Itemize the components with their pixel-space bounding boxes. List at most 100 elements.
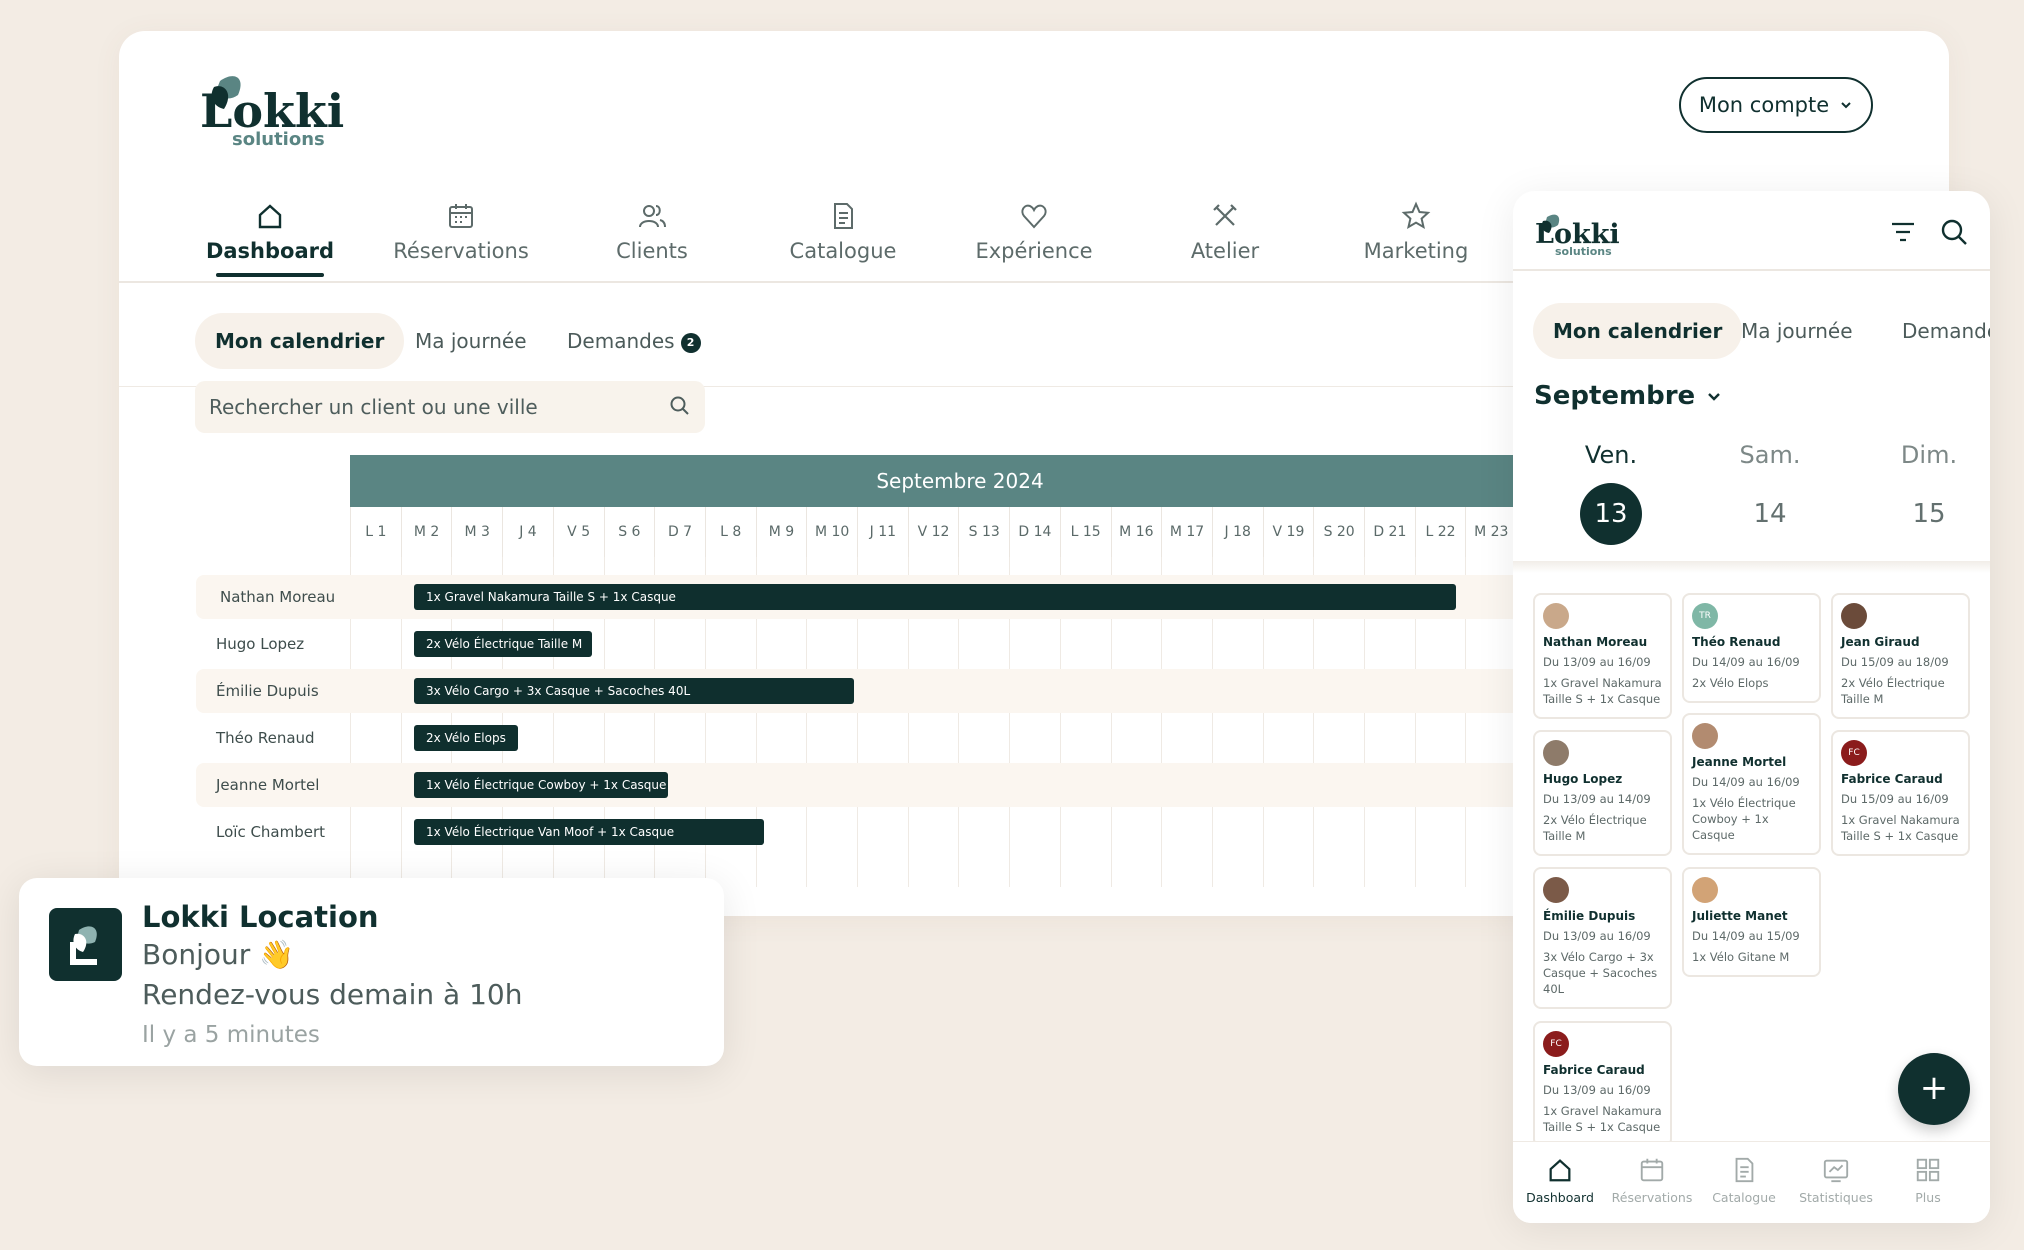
client-name: Fabrice Caraud xyxy=(1841,772,1943,786)
booking-bar[interactable]: 2x Vélo Électrique Taille M xyxy=(414,631,592,657)
client-name: Nathan Moreau xyxy=(1543,635,1648,649)
bottom-nav-catalogue[interactable]: Catalogue xyxy=(1698,1156,1790,1205)
day-name: Sam. xyxy=(1739,441,1801,469)
avatar: FC xyxy=(1543,1031,1569,1057)
booking-card[interactable]: Nathan Moreau Du 13/09 au 16/09 1x Gravel … xyxy=(1533,593,1672,719)
client-name[interactable]: Nathan Moreau xyxy=(220,575,335,619)
day-name: Dim. xyxy=(1900,441,1958,469)
tab-ma-journee[interactable]: Ma journée xyxy=(1721,303,1873,359)
calendar-day-header: V 5 xyxy=(552,507,604,557)
app-logo xyxy=(49,908,122,981)
booking-bar[interactable]: 3x Vélo Cargo + 3x Casque + Sacoches 40L xyxy=(414,678,854,704)
bottom-nav-statistiques[interactable]: Statistiques xyxy=(1790,1156,1882,1205)
calendar-day-header: S 13 xyxy=(958,507,1009,557)
day-saturday[interactable]: Sam. 14 xyxy=(1710,441,1830,545)
booking-card[interactable]: Jeanne Mortel Du 14/09 au 16/09 1x Vélo Él… xyxy=(1682,713,1821,855)
calendar-day-header: S 20 xyxy=(1313,507,1364,557)
booking-bar[interactable]: 1x Gravel Nakamura Taille S + 1x Casque xyxy=(414,584,1456,610)
calendar-day-header: L 15 xyxy=(1059,507,1111,557)
booking-dates: Du 15/09 au 18/09 xyxy=(1841,655,1949,669)
booking-items: 3x Vélo Cargo + 3x Casque + Sacoches 40L xyxy=(1543,950,1658,996)
day-number: 14 xyxy=(1753,499,1787,529)
booking-dates: Du 14/09 au 15/09 xyxy=(1692,929,1800,943)
nav-label: Réservations xyxy=(393,239,529,263)
search-icon[interactable] xyxy=(1939,217,1969,247)
booking-card[interactable]: Hugo Lopez Du 13/09 au 14/09 2x Vélo Élect… xyxy=(1533,730,1672,856)
search-input[interactable]: Rechercher un client ou une ville xyxy=(195,381,705,433)
logo-subtitle: solutions xyxy=(1555,245,1612,257)
nav-label: Expérience xyxy=(975,239,1093,263)
client-name[interactable]: Jeanne Mortel xyxy=(216,763,319,807)
nav-dashboard[interactable]: Dashboard xyxy=(180,201,360,277)
booking-items: 1x Vélo Électrique Cowboy + 1x Casque xyxy=(1692,796,1796,842)
booking-items: 1x Gravel Nakamura Taille S + 1x Casque xyxy=(1841,813,1960,843)
booking-card[interactable]: FC Fabrice Caraud Du 13/09 au 16/09 1x Grav… xyxy=(1533,1021,1672,1147)
filter-icon[interactable] xyxy=(1890,221,1916,243)
booking-items: 1x Gravel Nakamura Taille S + 1x Casque xyxy=(1543,676,1662,706)
month-label: Septembre xyxy=(1534,381,1696,411)
bottom-nav-reservations[interactable]: Réservations xyxy=(1606,1156,1698,1205)
nav-catalogue[interactable]: Catalogue xyxy=(753,201,933,263)
document-icon xyxy=(834,203,853,229)
tab-demandes[interactable]: Demandes 2 xyxy=(547,313,721,369)
tab-demandes[interactable]: Demandes xyxy=(1882,303,1990,359)
nav-experience[interactable]: Expérience xyxy=(944,201,1124,263)
calendar-day-header: D 21 xyxy=(1364,507,1415,557)
client-name: Théo Renaud xyxy=(1692,635,1781,649)
notification-greeting: Bonjour 👋 xyxy=(142,938,295,971)
calendar-day-header: M 16 xyxy=(1110,507,1162,557)
booking-dates: Du 13/09 au 14/09 xyxy=(1543,792,1651,806)
booking-card[interactable]: TR Théo Renaud Du 14/09 au 16/09 2x Vélo El… xyxy=(1682,593,1821,703)
booking-bar[interactable]: 1x Vélo Électrique Van Moof + 1x Casque xyxy=(414,819,764,845)
calendar-day-header: M 10 xyxy=(806,507,857,557)
client-name: Jean Giraud xyxy=(1841,635,1920,649)
day-name: Ven. xyxy=(1584,441,1638,469)
calendar-day-header: V 12 xyxy=(907,507,959,557)
bottom-nav-dashboard[interactable]: Dashboard xyxy=(1514,1156,1606,1205)
calendar-day-header: L 22 xyxy=(1414,507,1466,557)
client-name[interactable]: Émilie Dupuis xyxy=(216,669,319,713)
nav-label: Dashboard xyxy=(205,239,335,263)
account-button[interactable]: Mon compte xyxy=(1679,77,1873,133)
booking-bar[interactable]: 2x Vélo Elops xyxy=(414,725,518,751)
lokki-logo[interactable]: Lokki solutions xyxy=(1533,211,1623,258)
tab-ma-journee[interactable]: Ma journée xyxy=(395,313,547,369)
nav-marketing[interactable]: Marketing xyxy=(1326,201,1506,263)
nav-atelier[interactable]: Atelier xyxy=(1135,201,1315,263)
calendar-day-header: D 14 xyxy=(1009,507,1060,557)
month-selector[interactable]: Septembre xyxy=(1534,381,1723,411)
booking-items: 2x Vélo Électrique Taille M xyxy=(1841,676,1945,706)
day-friday[interactable]: Ven. 13 xyxy=(1551,441,1671,545)
tab-mon-calendrier[interactable]: Mon calendrier xyxy=(1533,303,1743,359)
users-icon xyxy=(639,205,666,228)
day-sunday[interactable]: Dim. 15 xyxy=(1869,441,1989,545)
account-label: Mon compte xyxy=(1698,93,1830,117)
notification-time: Il y a 5 minutes xyxy=(142,1022,320,1048)
booking-card[interactable]: Jean Giraud Du 15/09 au 18/09 2x Vélo Élec… xyxy=(1831,593,1970,719)
calendar-day-header: J 18 xyxy=(1211,507,1263,557)
mobile-app: Lokki solutions Mon calendrier Ma journé… xyxy=(1513,191,1990,1223)
booking-card[interactable]: FC Fabrice Caraud Du 15/09 au 16/09 1x Grav… xyxy=(1831,730,1970,856)
booking-card[interactable]: Émilie Dupuis Du 13/09 au 16/09 3x Vélo Ca… xyxy=(1533,867,1672,1009)
tab-mon-calendrier[interactable]: Mon calendrier xyxy=(195,313,405,369)
lokki-logo[interactable]: Lokki solutions xyxy=(194,67,344,150)
client-name[interactable]: Hugo Lopez xyxy=(216,622,304,666)
client-name[interactable]: Théo Renaud xyxy=(216,716,315,760)
booking-items: 1x Gravel Nakamura Taille S + 1x Casque xyxy=(1543,1104,1662,1134)
client-name[interactable]: Loïc Chambert xyxy=(216,810,325,854)
bottom-nav-plus[interactable]: Plus xyxy=(1882,1156,1974,1205)
nav-reservations[interactable]: Réservations xyxy=(371,201,551,263)
booking-card[interactable]: Juliette Manet Du 14/09 au 15/09 1x Vélo G… xyxy=(1682,867,1821,977)
day-number: 15 xyxy=(1912,499,1946,529)
search-icon[interactable] xyxy=(669,395,691,417)
nav-clients[interactable]: Clients xyxy=(562,201,742,263)
client-name: Juliette Manet xyxy=(1692,909,1788,923)
calendar-day-header: M 9 xyxy=(755,507,807,557)
booking-dates: Du 13/09 au 16/09 xyxy=(1543,929,1651,943)
booking-bar[interactable]: 1x Vélo Électrique Cowboy + 1x Casque xyxy=(414,772,668,798)
push-notification[interactable]: Lokki Location Bonjour 👋 Rendez-vous dem… xyxy=(19,878,724,1066)
add-booking-button[interactable]: + xyxy=(1898,1053,1970,1125)
avatar xyxy=(1692,723,1718,749)
chevron-down-icon xyxy=(1708,393,1721,401)
calendar-day-header: S 6 xyxy=(603,507,655,557)
